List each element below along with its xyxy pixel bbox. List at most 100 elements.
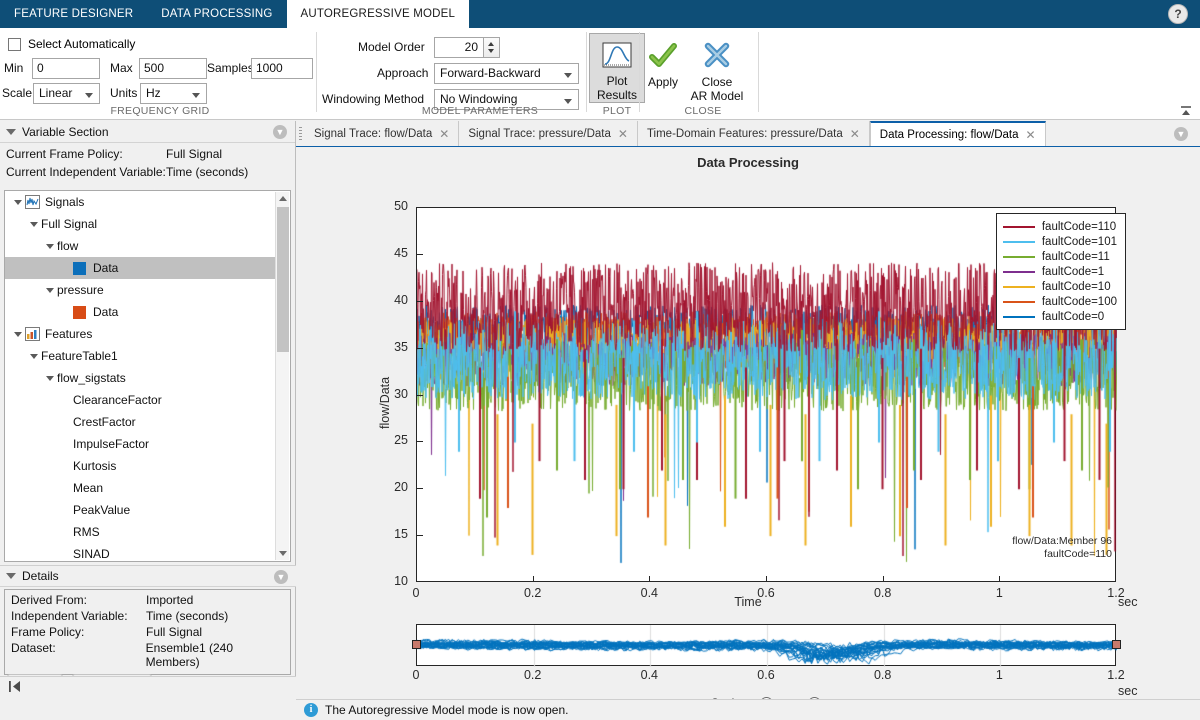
select-automatically-row[interactable]: Select Automatically <box>8 37 135 51</box>
legend-line-swatch <box>1003 316 1035 318</box>
close-icon[interactable]: ✕ <box>1025 128 1035 142</box>
tree-scrollbar[interactable] <box>275 192 289 560</box>
legend-item[interactable]: faultCode=1 <box>1003 264 1117 279</box>
tree-caret-icon[interactable] <box>11 195 25 209</box>
chevron-down-icon-details[interactable] <box>6 573 16 579</box>
tree-item-pressure[interactable]: pressure <box>5 279 275 301</box>
tree-caret-icon[interactable] <box>27 217 41 231</box>
series-color-swatch <box>73 306 86 319</box>
options-gear-icon[interactable]: ▼ <box>273 125 287 139</box>
close-icon[interactable]: ✕ <box>850 127 860 141</box>
tree-item-data[interactable]: Data <box>5 301 275 323</box>
tree-item-rms[interactable]: RMS <box>5 521 275 543</box>
apply-button[interactable]: Apply <box>635 37 691 89</box>
tree-item-clearancefactor[interactable]: ClearanceFactor <box>5 389 275 411</box>
chart-legend[interactable]: faultCode=110faultCode=101faultCode=11fa… <box>996 213 1126 330</box>
close-ar-model-button[interactable]: Close AR Model <box>689 37 745 103</box>
tree-item-mean[interactable]: Mean <box>5 477 275 499</box>
legend-item[interactable]: faultCode=0 <box>1003 309 1117 324</box>
model-order-stepper[interactable] <box>484 37 500 58</box>
doc-tab-signal-trace-flow[interactable]: Signal Trace: flow/Data ✕ <box>305 121 459 146</box>
tree-caret-icon[interactable] <box>11 327 25 341</box>
navigator-left-handle[interactable] <box>412 640 421 649</box>
units-select[interactable]: Hz <box>140 83 207 104</box>
x-tick-mark <box>999 576 1000 582</box>
units-label: Units <box>110 86 137 100</box>
tree-item-data[interactable]: Data <box>5 257 275 279</box>
tree-caret-icon[interactable] <box>43 239 57 253</box>
ribbon-tab-autoregressive-model[interactable]: AUTOREGRESSIVE MODEL <box>287 0 470 28</box>
tree-item-peakvalue[interactable]: PeakValue <box>5 499 275 521</box>
scroll-down-icon[interactable] <box>279 551 287 556</box>
tree-caret-icon[interactable] <box>43 371 57 385</box>
variable-section-header[interactable]: Variable Section ▼ <box>0 121 295 143</box>
document-area: Signal Trace: flow/Data ✕ Signal Trace: … <box>296 121 1200 699</box>
tree-caret-icon[interactable] <box>43 283 57 297</box>
tree-item-featuretable1[interactable]: FeatureTable1 <box>5 345 275 367</box>
tree-item-flow-sigstats[interactable]: flow_sigstats <box>5 367 275 389</box>
doc-tab-data-processing[interactable]: Data Processing: flow/Data ✕ <box>870 121 1046 146</box>
scrollbar-thumb[interactable] <box>277 207 289 352</box>
details-row: Frame Policy:Full Signal <box>7 624 290 640</box>
tree-item-features[interactable]: Features <box>5 323 275 345</box>
navigator-plot[interactable] <box>416 624 1116 666</box>
navigator-right-handle[interactable] <box>1112 640 1121 649</box>
tree-item-full-signal[interactable]: Full Signal <box>5 213 275 235</box>
close-icon[interactable]: ✕ <box>439 127 449 141</box>
left-panel: Variable Section ▼ Current Frame Policy:… <box>0 121 296 699</box>
select-automatically-checkbox[interactable] <box>8 38 21 51</box>
panel-collapse-bar[interactable] <box>0 676 296 699</box>
ribbon-tab-data-processing[interactable]: DATA PROCESSING <box>147 0 286 28</box>
details-title: Details <box>22 569 59 583</box>
tree-item-crestfactor[interactable]: CrestFactor <box>5 411 275 433</box>
doc-tab-label: Signal Trace: pressure/Data <box>468 128 611 140</box>
tree-item-label: pressure <box>57 283 104 297</box>
y-tick-label: 45 <box>374 246 408 260</box>
tabbar-grip-icon <box>296 121 305 146</box>
tree-item-flow[interactable]: flow <box>5 235 275 257</box>
ribbon-collapse-icon[interactable] <box>1178 104 1194 118</box>
doc-tab-filler: ▼ <box>1046 121 1200 146</box>
details-options-gear-icon[interactable]: ▼ <box>274 570 288 584</box>
info-icon: i <box>304 703 318 717</box>
y-tick-mark <box>417 441 423 442</box>
legend-item[interactable]: faultCode=10 <box>1003 279 1117 294</box>
doc-options-icon[interactable]: ▼ <box>1174 127 1188 141</box>
scroll-up-icon[interactable] <box>279 196 287 201</box>
tree-item-impulsefactor[interactable]: ImpulseFactor <box>5 433 275 455</box>
details-row: Dataset:Ensemble1 (240 Members) <box>7 640 290 670</box>
doc-tab-time-domain-features[interactable]: Time-Domain Features: pressure/Data ✕ <box>638 121 870 146</box>
ribbon-tab-feature-designer[interactable]: FEATURE DESIGNER <box>0 0 147 28</box>
help-icon[interactable]: ? <box>1168 4 1188 24</box>
min-input[interactable]: 0 <box>32 58 100 79</box>
variable-tree[interactable]: SignalsFull SignalflowDatapressureDataFe… <box>4 190 291 562</box>
max-input[interactable]: 500 <box>139 58 207 79</box>
features-icon <box>25 327 40 341</box>
legend-item[interactable]: faultCode=101 <box>1003 234 1117 249</box>
blue-x-icon <box>689 41 745 72</box>
tree-caret-icon[interactable] <box>27 349 41 363</box>
legend-item[interactable]: faultCode=110 <box>1003 219 1117 234</box>
model-order-input[interactable]: 20 <box>434 37 484 58</box>
chevron-down-icon[interactable] <box>6 129 16 135</box>
close-icon[interactable]: ✕ <box>618 127 628 141</box>
scale-select[interactable]: Linear <box>33 83 100 104</box>
legend-line-swatch <box>1003 256 1035 258</box>
legend-item[interactable]: faultCode=100 <box>1003 294 1117 309</box>
collapse-left-icon[interactable] <box>7 680 23 696</box>
samples-input[interactable]: 1000 <box>251 58 313 79</box>
tree-item-signals[interactable]: Signals <box>5 191 275 213</box>
tree-item-label: SINAD <box>73 547 110 561</box>
tree-item-kurtosis[interactable]: Kurtosis <box>5 455 275 477</box>
y-tick-mark <box>417 535 423 536</box>
doc-tab-label: Time-Domain Features: pressure/Data <box>647 128 843 140</box>
approach-select[interactable]: Forward-Backward <box>434 63 579 84</box>
doc-tab-signal-trace-pressure[interactable]: Signal Trace: pressure/Data ✕ <box>459 121 638 146</box>
legend-item[interactable]: faultCode=11 <box>1003 249 1117 264</box>
tree-item-sinad[interactable]: SINAD <box>5 543 275 562</box>
details-row: Derived From:Imported <box>7 592 290 608</box>
details-header[interactable]: Details ▼ <box>0 565 296 587</box>
select-automatically-label: Select Automatically <box>28 37 135 51</box>
legend-label: faultCode=10 <box>1042 281 1111 293</box>
ribbon-tab-strip: FEATURE DESIGNER DATA PROCESSING AUTOREG… <box>0 0 1200 28</box>
